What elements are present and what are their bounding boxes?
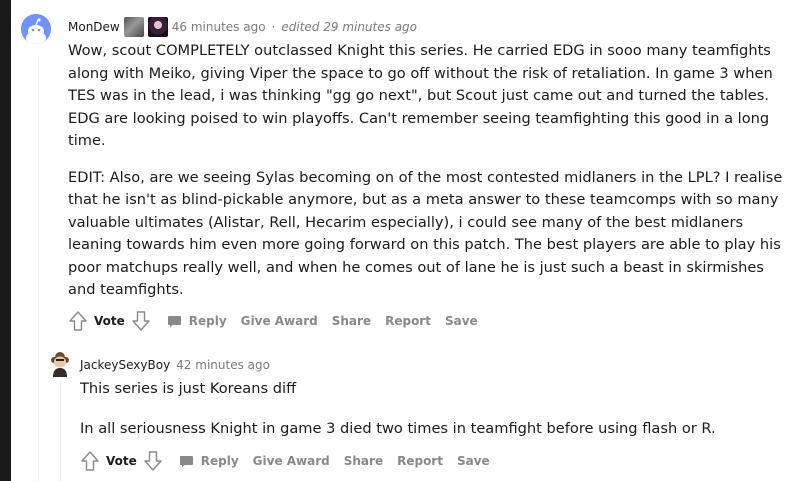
comment-paragraph: Wow, scout COMPLETELY outclassed Knight … xyxy=(68,42,773,149)
upvote-button[interactable] xyxy=(66,309,90,333)
report-button[interactable]: Report xyxy=(385,314,431,328)
reply-button[interactable]: Reply xyxy=(167,314,227,328)
avatar[interactable] xyxy=(21,14,51,44)
arrow-down-icon xyxy=(144,451,162,471)
separator-dot: · xyxy=(271,20,276,34)
user-flair-image xyxy=(123,17,144,37)
page-edge xyxy=(0,0,11,481)
avatar[interactable] xyxy=(47,351,73,377)
reply-actions: Vote Reply Give Award Share Report Save xyxy=(78,449,490,473)
user-flair-image xyxy=(147,17,168,37)
reply-label: Reply xyxy=(188,314,227,328)
share-button[interactable]: Share xyxy=(332,314,371,328)
reply-thread-line[interactable] xyxy=(60,380,61,481)
timestamp[interactable]: 46 minutes ago xyxy=(172,20,266,34)
arrow-up-icon xyxy=(81,451,99,471)
reply-meta: JackeySexyBoy 42 minutes ago xyxy=(80,358,270,372)
reply-label: Reply xyxy=(200,454,239,468)
speech-bubble-icon xyxy=(167,315,183,328)
report-button[interactable]: Report xyxy=(397,454,443,468)
comment-body: Wow, scout COMPLETELY outclassed Knight … xyxy=(68,40,784,316)
save-button[interactable]: Save xyxy=(445,314,478,328)
reply-button[interactable]: Reply xyxy=(179,454,239,468)
give-award-button[interactable]: Give Award xyxy=(253,454,330,468)
username[interactable]: JackeySexyBoy xyxy=(80,358,170,372)
share-button[interactable]: Share xyxy=(344,454,383,468)
downvote-button[interactable] xyxy=(129,309,153,333)
comment-paragraph: In all seriousness Knight in game 3 died… xyxy=(80,419,716,437)
comment-meta: MonDew 46 minutes ago · edited 29 minute… xyxy=(68,17,417,37)
arrow-up-icon xyxy=(69,311,87,331)
comment-actions: Vote Reply Give Award Share Report Save xyxy=(66,309,478,333)
vote-count: Vote xyxy=(94,314,125,328)
save-button[interactable]: Save xyxy=(457,454,490,468)
user-avatar-icon xyxy=(51,352,69,377)
reply-body: This series is just Koreans diff In all … xyxy=(80,378,780,457)
speech-bubble-icon xyxy=(179,455,195,468)
downvote-button[interactable] xyxy=(141,449,165,473)
username[interactable]: MonDew xyxy=(68,20,120,34)
thread-line[interactable] xyxy=(38,56,39,481)
comment-paragraph: EDIT: Also, are we seeing Sylas becoming… xyxy=(68,168,783,299)
upvote-button[interactable] xyxy=(78,449,102,473)
timestamp[interactable]: 42 minutes ago xyxy=(176,358,270,372)
arrow-down-icon xyxy=(132,311,150,331)
comment-paragraph: This series is just Koreans diff xyxy=(80,380,297,397)
edited-timestamp: edited 29 minutes ago xyxy=(281,20,418,34)
vote-count: Vote xyxy=(106,454,137,468)
snoo-avatar-icon xyxy=(21,14,51,44)
give-award-button[interactable]: Give Award xyxy=(241,314,318,328)
